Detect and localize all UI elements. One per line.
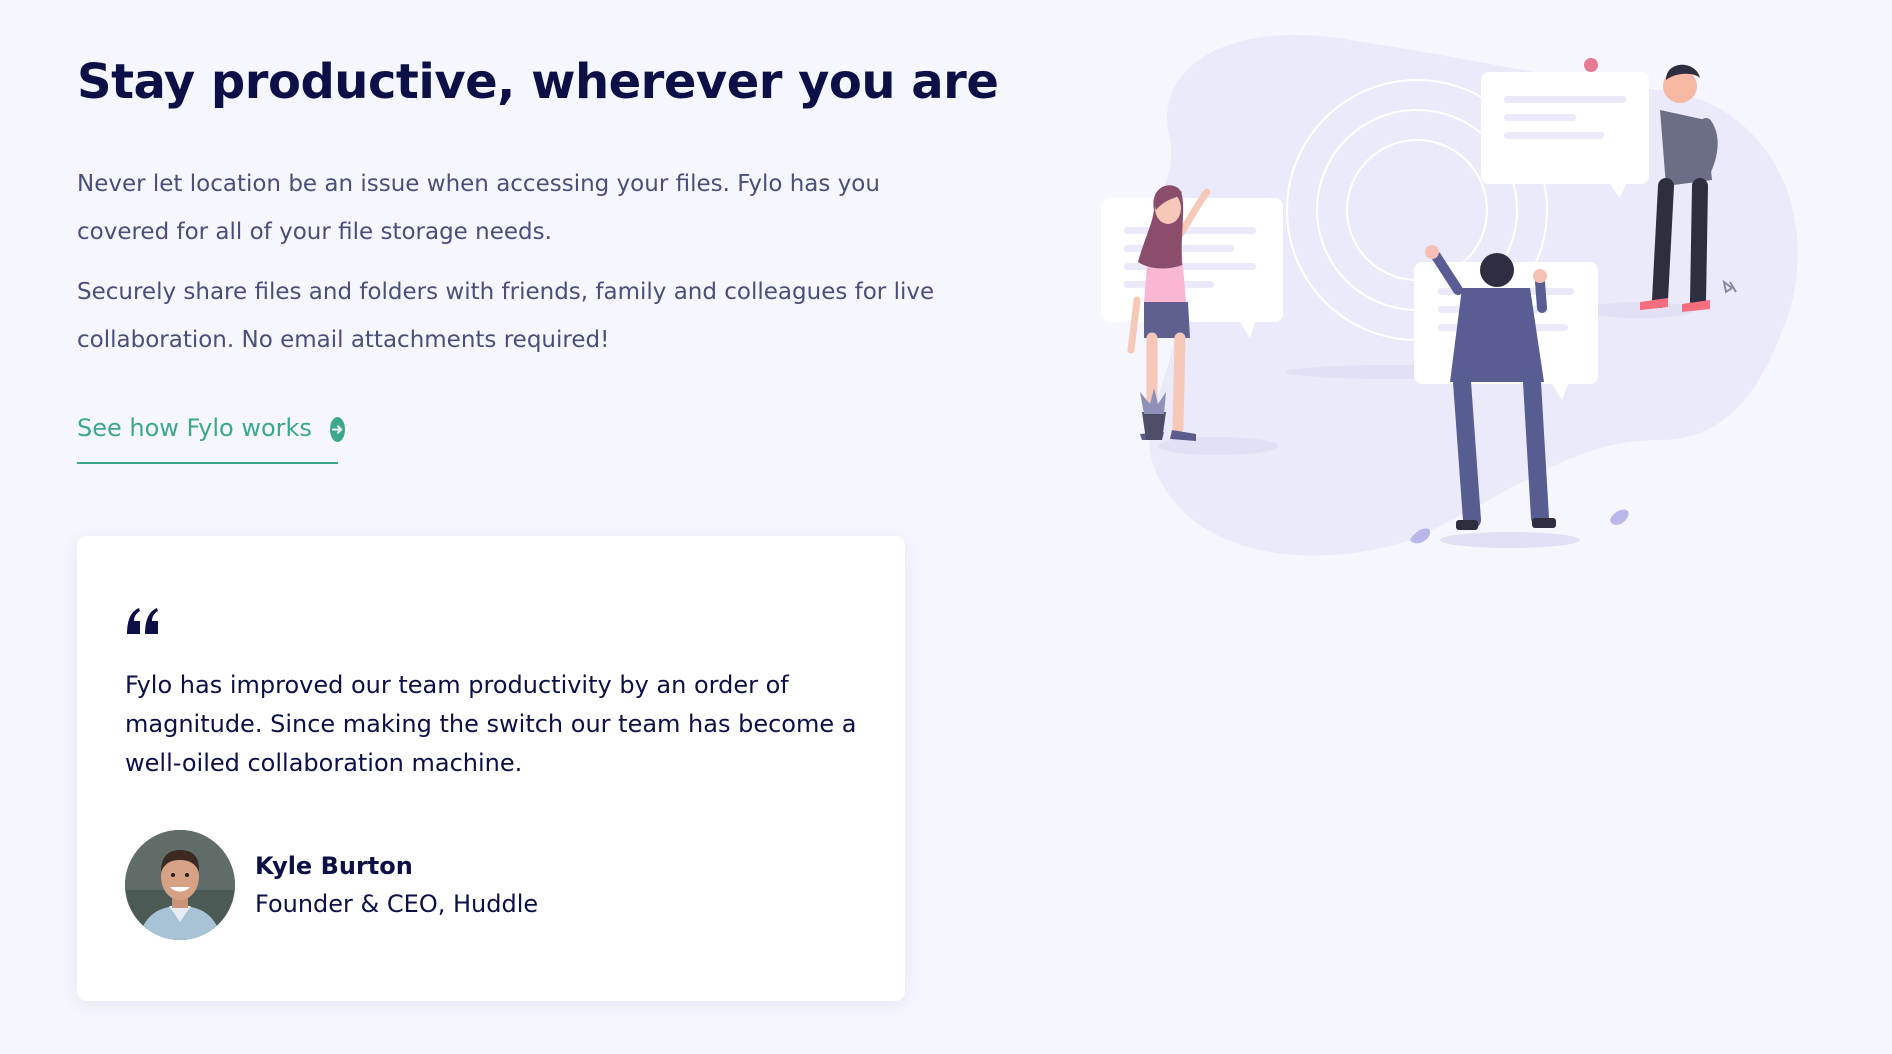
arrow-right-circle-icon bbox=[329, 417, 345, 442]
productive-section: Stay productive, wherever you are Never … bbox=[0, 0, 1892, 1054]
quotation-mark-icon bbox=[127, 608, 158, 634]
cta-label: See how Fylo works bbox=[77, 414, 312, 442]
section-paragraph-1: Never let location be an issue when acce… bbox=[77, 171, 880, 245]
avatar bbox=[125, 830, 235, 940]
testimonial-quote: Fylo has improved our team productivity … bbox=[125, 671, 857, 777]
see-how-fylo-works-link[interactable]: See how Fylo works bbox=[77, 408, 345, 464]
collaboration-illustration bbox=[1101, 34, 1798, 556]
author-role: Founder & CEO, Huddle bbox=[255, 890, 539, 918]
testimonial-author: Kyle Burton Founder & CEO, Huddle bbox=[125, 830, 538, 940]
testimonial-card: Fylo has improved our team productivity … bbox=[77, 536, 905, 1001]
author-name: Kyle Burton bbox=[255, 852, 413, 880]
section-title: Stay productive, wherever you are bbox=[77, 54, 999, 110]
section-paragraph-2: Securely share files and folders with fr… bbox=[77, 279, 935, 353]
